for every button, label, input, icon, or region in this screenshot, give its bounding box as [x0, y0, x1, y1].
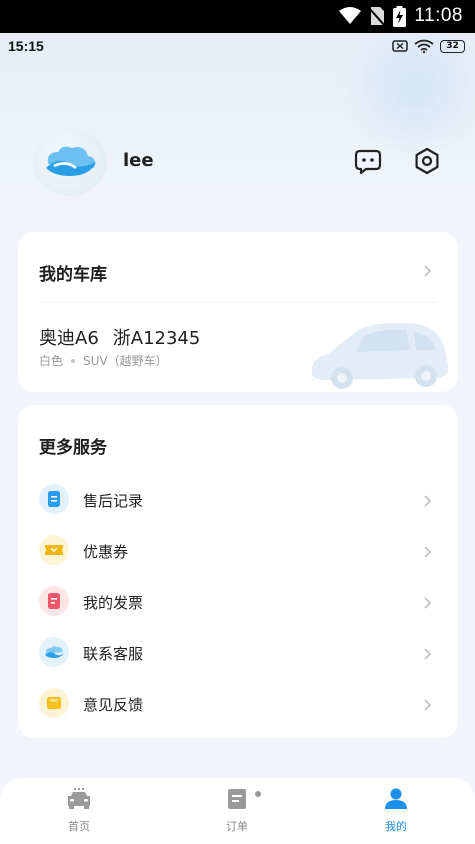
car-icon: [68, 788, 90, 809]
tab-label: 订单: [226, 820, 248, 833]
service-label: 我的发票: [83, 594, 144, 612]
tab-home[interactable]: 首页: [39, 788, 119, 834]
feedback-icon: [39, 688, 69, 718]
tab-orders[interactable]: 订单: [197, 788, 277, 834]
invoice-icon: [39, 586, 69, 616]
tab-label: 我的: [385, 820, 407, 833]
system-icons: 11:08: [339, 5, 463, 27]
coupon-icon: [39, 535, 69, 565]
more-services-card: 更多服务 售后记录 优惠券 我的发票 联系客服 意见反馈: [18, 405, 458, 738]
document-icon: [39, 484, 69, 514]
chevron-right-icon: [424, 597, 432, 609]
bottom-tab-bar: 首页 订单 我的: [0, 778, 475, 844]
settings-button[interactable]: [412, 146, 442, 176]
car-details: 白色 SUV（越野车）: [39, 352, 168, 369]
service-label: 售后记录: [83, 492, 144, 510]
battery-level: 32: [440, 39, 465, 53]
services-title: 更多服务: [39, 438, 107, 458]
battery-charging-icon: [393, 5, 407, 27]
car-illustration-icon: [311, 322, 449, 389]
service-coupons[interactable]: 优惠券: [18, 531, 458, 571]
chevron-right-icon[interactable]: [422, 264, 432, 278]
garage-title: 我的车库: [39, 265, 107, 285]
service-label: 优惠券: [83, 543, 129, 561]
car-title: 奥迪A6 浙A12345: [39, 324, 200, 350]
car-model: 奥迪A6: [39, 328, 99, 349]
system-status-bar: 11:08: [0, 0, 475, 33]
avatar[interactable]: [33, 128, 107, 196]
system-clock: 11:08: [414, 5, 463, 26]
service-after-sales-records[interactable]: 售后记录: [18, 480, 458, 520]
tab-label: 首页: [68, 820, 90, 833]
orders-badge-dot: [255, 791, 261, 797]
service-label: 联系客服: [83, 645, 144, 663]
no-sim-icon: [369, 7, 386, 26]
username: lee: [123, 150, 154, 171]
service-feedback[interactable]: 意见反馈: [18, 684, 458, 724]
chevron-right-icon: [424, 699, 432, 711]
cloud-wave-avatar-icon: [46, 146, 96, 176]
wifi-icon: [414, 39, 434, 53]
message-icon: [354, 149, 382, 175]
customer-service-icon: [39, 637, 69, 667]
service-contact-support[interactable]: 联系客服: [18, 633, 458, 673]
garage-card[interactable]: 我的车库 奥迪A6 浙A12345 白色 SUV（越野车）: [18, 232, 458, 392]
tab-mine[interactable]: 我的: [356, 788, 436, 834]
app-status-icons: 32: [392, 39, 465, 53]
service-label: 意见反馈: [83, 696, 144, 714]
user-icon: [385, 788, 407, 809]
settings-icon: [415, 147, 439, 175]
chevron-right-icon: [424, 546, 432, 558]
divider: [39, 302, 437, 303]
order-icon: [228, 789, 246, 809]
app-clock: 15:15: [8, 38, 44, 54]
separator-dot: [71, 358, 76, 363]
car-color: 白色: [39, 354, 64, 368]
no-sim-card-icon: [392, 40, 408, 52]
chevron-right-icon: [424, 495, 432, 507]
wifi-signal-icon: [339, 7, 362, 24]
chevron-right-icon: [424, 648, 432, 660]
car-type: SUV（越野车）: [83, 354, 168, 368]
message-button[interactable]: [353, 146, 383, 176]
service-my-invoices[interactable]: 我的发票: [18, 582, 458, 622]
car-plate: 浙A12345: [112, 328, 201, 349]
profile-header: lee: [33, 128, 443, 198]
app-screen: 15:15 32 lee 我的车库 奥迪A6 浙A12345 白色 SUV（越野…: [0, 33, 475, 844]
app-status-row: 15:15 32: [0, 33, 475, 59]
